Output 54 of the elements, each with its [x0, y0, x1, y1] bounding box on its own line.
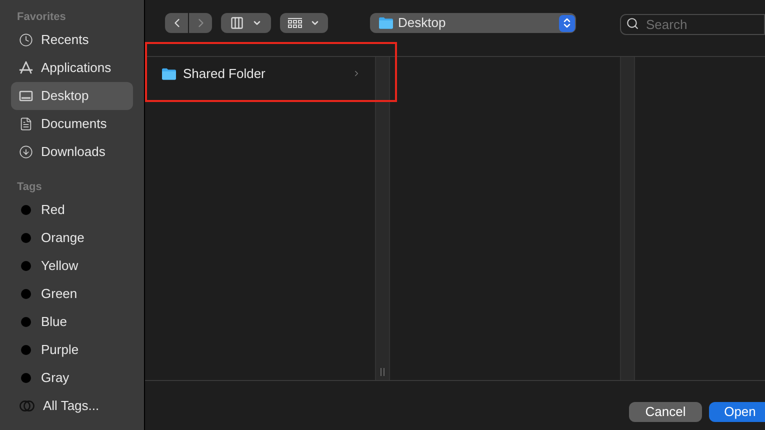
desktop-icon: [19, 89, 33, 103]
view-mode-button[interactable]: [221, 13, 271, 33]
sidebar-item[interactable]: Blue: [11, 308, 133, 336]
sidebar-label: Downloads: [41, 143, 106, 162]
clock-icon: [19, 33, 33, 47]
sidebar-item[interactable]: Red: [11, 196, 133, 224]
sidebar-label: Documents: [41, 115, 107, 134]
sidebar-item[interactable]: Gray: [11, 364, 133, 392]
sidebar-label: Desktop: [41, 87, 89, 106]
sidebar-label: Blue: [41, 313, 68, 332]
stepper-icon: [559, 14, 575, 32]
back-button[interactable]: [165, 13, 188, 33]
folder-row[interactable]: Shared Folder: [145, 62, 375, 85]
apps-icon: [19, 61, 33, 75]
sidebar-item[interactable]: Desktop: [11, 82, 133, 110]
sidebar-item[interactable]: Yellow: [11, 252, 133, 280]
folder-name: Shared Folder: [183, 64, 266, 83]
sidebar-item[interactable]: Recents: [11, 26, 133, 54]
section-header: Tags: [16, 180, 43, 194]
sidebar-item[interactable]: Applications: [11, 54, 133, 82]
open-button[interactable]: Open: [709, 402, 765, 422]
sidebar-label: Purple: [41, 341, 79, 360]
document-icon: [19, 117, 33, 131]
download-icon: [19, 145, 33, 159]
folder-icon: [162, 68, 176, 80]
folder-icon: [379, 17, 393, 29]
tags-icon: [19, 400, 35, 412]
sidebar-label: Orange: [41, 229, 84, 248]
grid-icon: [288, 18, 302, 28]
sidebar-item[interactable]: Documents: [11, 110, 133, 138]
sidebar-item[interactable]: Downloads: [11, 138, 133, 166]
sidebar-item[interactable]: All Tags...: [11, 392, 133, 420]
sidebar-label: All Tags...: [43, 397, 100, 416]
section-header: Favorites: [16, 10, 67, 24]
chevron-down-icon: [310, 18, 320, 28]
sidebar-label: Yellow: [41, 257, 78, 276]
location-popup[interactable]: Desktop: [370, 13, 576, 33]
group-button[interactable]: [280, 13, 328, 33]
columns-icon: [230, 16, 244, 30]
search-field[interactable]: Search: [620, 14, 765, 34]
sidebar-item[interactable]: Orange: [11, 224, 133, 252]
resize-handle-icon: [380, 368, 385, 376]
sidebar-label: Gray: [41, 369, 70, 388]
cancel-button[interactable]: Cancel: [629, 402, 702, 422]
forward-button[interactable]: [189, 13, 212, 33]
sidebar-label: Applications: [41, 59, 112, 78]
sidebar-label: Red: [41, 201, 65, 220]
disclosure-icon: [352, 69, 361, 78]
sidebar-label: Recents: [41, 31, 89, 50]
chevron-down-icon: [252, 18, 262, 28]
sidebar-label: Green: [41, 285, 78, 304]
sidebar-item[interactable]: Purple: [11, 336, 133, 364]
search-icon: [626, 16, 639, 30]
sidebar-item[interactable]: Green: [11, 280, 133, 308]
